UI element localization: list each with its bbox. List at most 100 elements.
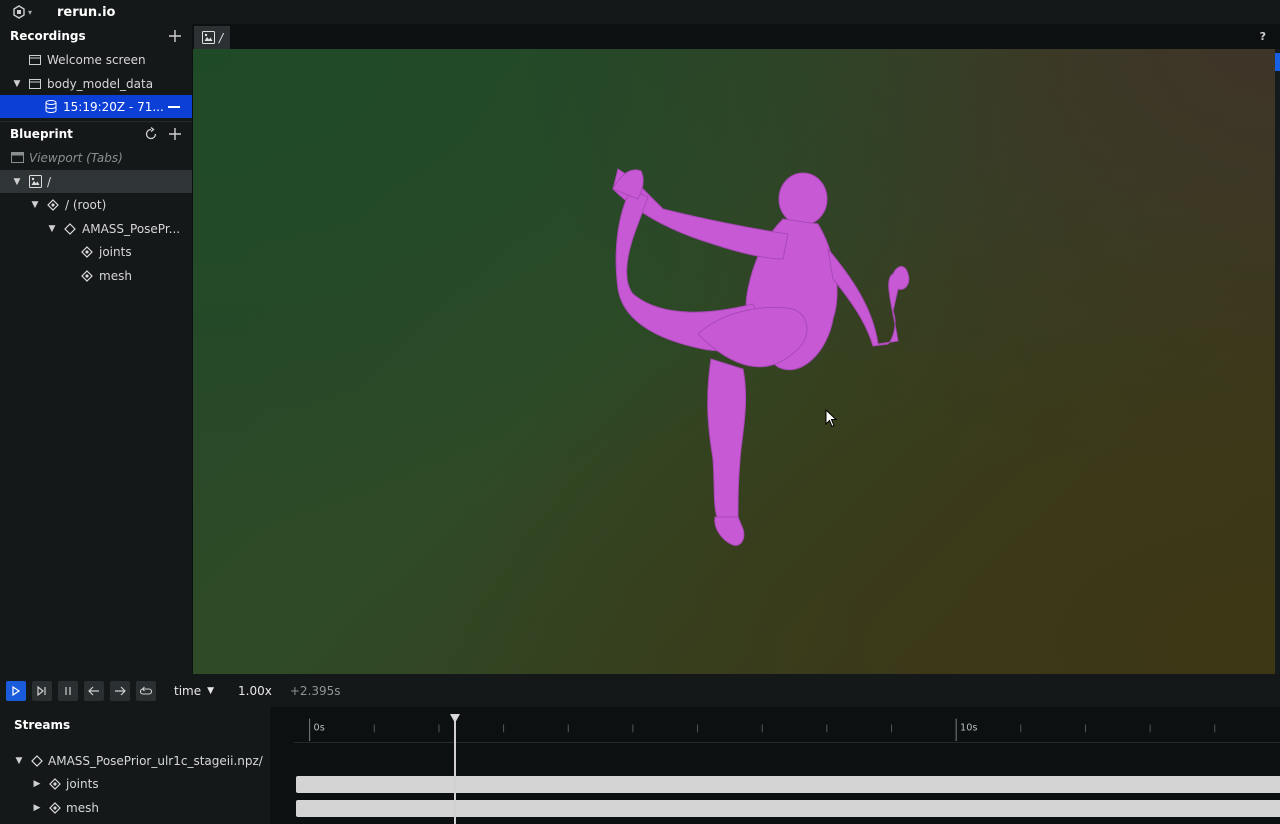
scrollbar-thumb[interactable] (1275, 53, 1280, 71)
recording-item-label: Welcome screen (47, 52, 146, 67)
entity-icon (48, 801, 62, 814)
time-ruler[interactable]: 0s 10s (294, 707, 1280, 743)
tick-label-10: 10s (960, 722, 977, 733)
spatial-view-icon (202, 31, 215, 44)
blueprint-item-label: mesh (99, 268, 132, 283)
entity-icon (63, 222, 77, 236)
top-bar: ▾ rerun.io (0, 0, 1280, 24)
blueprint-item-root[interactable]: ▼ / (root) (0, 193, 192, 216)
play-button[interactable] (6, 680, 26, 701)
ruler-minor-ticks (373, 724, 1216, 733)
triangle-down-icon[interactable]: ▼ (30, 200, 40, 210)
timeline-controls: time ▼ 1.00x +2.395s (0, 674, 1280, 707)
arrow-left-icon (88, 686, 99, 695)
stream-track-mesh[interactable] (296, 800, 1280, 817)
tick-label-0: 0s (314, 722, 325, 733)
entity-icon (80, 245, 94, 259)
reset-icon (145, 127, 157, 140)
arrow-right-icon (115, 686, 126, 695)
add-view-button[interactable] (166, 125, 184, 143)
blueprint-item-label: joints (99, 244, 132, 259)
playback-speed[interactable]: 1.00x (238, 684, 272, 698)
stream-item-root[interactable]: ▼ AMASS_PosePrior_ulr1c_stageii.npz/ (0, 749, 263, 772)
stream-label: joints (66, 776, 99, 791)
step-next-button[interactable] (110, 680, 130, 701)
blueprint-item-viewport[interactable]: Viewport (Tabs) (0, 146, 192, 169)
blueprint-item-joints[interactable]: joints (0, 240, 192, 263)
timeline-playhead[interactable] (454, 714, 456, 824)
panel-resize-handle[interactable] (270, 707, 284, 824)
time-offset: +2.395s (289, 683, 341, 698)
streams-panel: Streams ▼ AMASS_PosePrior_ulr1c_stageii.… (0, 707, 1280, 824)
streams-title: Streams (14, 718, 71, 732)
caret-down-icon: ▼ (207, 685, 215, 696)
recording-item-selected[interactable]: 15:19:20Z - 71... (0, 95, 192, 118)
plus-icon (169, 30, 181, 42)
blueprint-item-label: Viewport (Tabs) (29, 150, 123, 165)
plus-icon (169, 128, 181, 140)
blueprint-item-label: / (47, 174, 52, 189)
entity-icon (30, 754, 44, 767)
blueprint-header: Blueprint (0, 122, 192, 146)
triangle-down-icon[interactable]: ▼ (12, 177, 22, 187)
chevron-down-icon: ▾ (28, 7, 33, 17)
mouse-cursor-icon (825, 409, 838, 428)
spatial-3d-viewport[interactable] (193, 49, 1275, 674)
blueprint-item-label: AMASS_PosePr... (82, 221, 181, 236)
reset-blueprint-button[interactable] (142, 125, 160, 143)
entity-icon (48, 777, 62, 790)
recording-item-body-model-data[interactable]: ▼ body_model_data (0, 72, 192, 95)
app-title: rerun.io (57, 4, 116, 20)
recording-item-label: 15:19:20Z - 71... (63, 99, 164, 114)
blueprint-item-mesh[interactable]: mesh (0, 264, 192, 287)
streams-tree: Streams ▼ AMASS_PosePrior_ulr1c_stageii.… (0, 707, 270, 824)
entity-group-icon (46, 198, 60, 212)
blueprint-title: Blueprint (10, 127, 73, 141)
body-mesh-figure (612, 168, 910, 546)
stream-label: mesh (66, 800, 99, 815)
view-tab-bar: / ? (192, 24, 1280, 49)
window-icon (28, 53, 42, 67)
close-recording-button[interactable] (168, 106, 180, 108)
tab-spatial-view[interactable]: / (194, 26, 230, 49)
timeline-name: time (174, 683, 202, 698)
recording-item-label: body_model_data (47, 76, 154, 91)
triangle-right-icon[interactable]: ▶ (32, 779, 42, 789)
entity-icon (80, 269, 94, 283)
stream-label: AMASS_PosePrior_ulr1c_stageii.npz/ (48, 753, 263, 768)
spatial-view-icon (28, 175, 42, 189)
left-panel: Recordings Welcome screen ▼ body_model_d… (0, 24, 192, 674)
tab-label: / (219, 30, 224, 45)
triangle-down-icon[interactable]: ▼ (47, 224, 57, 234)
viewport-icon (10, 151, 24, 165)
triangle-down-icon[interactable]: ▼ (14, 756, 24, 766)
play-icon (12, 685, 21, 696)
viewport-scrollbar[interactable] (1275, 49, 1280, 674)
step-forward-button[interactable] (32, 680, 52, 701)
step-back-button[interactable] (84, 680, 104, 701)
add-recording-button[interactable] (166, 27, 184, 45)
help-button[interactable]: ? (1260, 30, 1266, 43)
window-icon (28, 77, 42, 91)
blueprint-item-spatial-view[interactable]: ▼ / (0, 170, 192, 193)
pause-button[interactable] (58, 680, 78, 701)
pause-icon (65, 686, 71, 695)
database-icon (44, 100, 58, 114)
triangle-down-icon[interactable]: ▼ (12, 79, 22, 89)
loop-icon (140, 686, 152, 695)
rerun-logo-icon (13, 5, 25, 19)
rerun-logo-menu[interactable]: ▾ (12, 5, 32, 19)
recording-item-welcome[interactable]: Welcome screen (0, 48, 192, 71)
recordings-title: Recordings (10, 29, 86, 43)
blueprint-item-label: / (root) (65, 197, 107, 212)
stream-item-mesh[interactable]: ▶ mesh (0, 796, 99, 819)
blueprint-item-amass[interactable]: ▼ AMASS_PosePr... (0, 217, 192, 240)
triangle-right-icon[interactable]: ▶ (32, 803, 42, 813)
loop-button[interactable] (136, 680, 156, 701)
stream-item-joints[interactable]: ▶ joints (0, 772, 99, 795)
stream-track-joints[interactable] (296, 776, 1280, 793)
timeline-selector[interactable]: time ▼ (174, 684, 214, 698)
playhead-handle[interactable] (450, 714, 460, 723)
step-forward-icon (37, 685, 46, 696)
recordings-header: Recordings (0, 24, 192, 48)
